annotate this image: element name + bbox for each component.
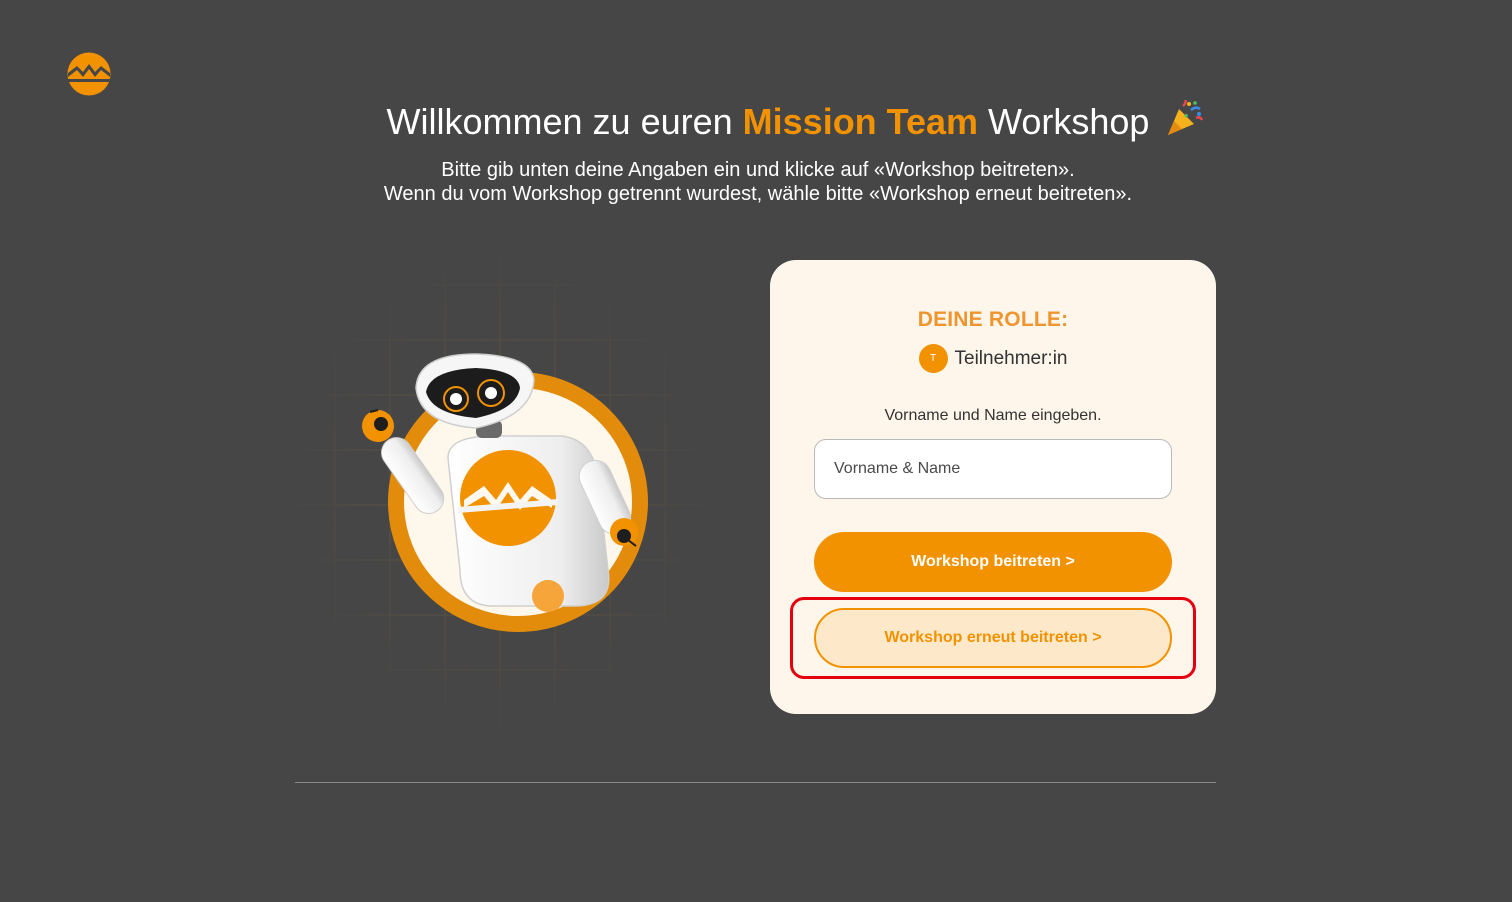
name-input[interactable]	[814, 439, 1172, 499]
footer-divider	[295, 782, 1216, 783]
title-accent: Mission Team	[742, 101, 979, 142]
subtitle-line-2: Wenn du vom Workshop getrennt wurdest, w…	[383, 183, 1133, 205]
name-field-label: Vorname und Name eingeben.	[884, 407, 1102, 424]
role-indicator: T Teilnehmer:in	[770, 344, 1216, 373]
party-popper-icon	[1165, 98, 1204, 147]
join-card: DEINE ROLLE: T Teilnehmer:in Vorname und…	[770, 260, 1216, 714]
workshop-join-page: Willkommen zu euren Mission Team Worksho…	[0, 0, 1512, 902]
title-suffix: Workshop	[978, 101, 1150, 142]
title-prefix: Willkommen zu euren	[386, 101, 743, 142]
rejoin-workshop-button[interactable]: Workshop erneut beitreten >	[814, 608, 1172, 668]
robot-mascot-illustration	[280, 240, 720, 740]
join-workshop-button[interactable]: Workshop beitreten >	[814, 532, 1172, 592]
page-subtitle: Bitte gib unten deine Angaben ein und kl…	[0, 158, 1512, 206]
role-avatar: T	[918, 344, 948, 373]
subtitle-line-1: Bitte gib unten deine Angaben ein und kl…	[441, 159, 1075, 181]
role-heading: DEINE ROLLE:	[917, 308, 1069, 331]
role-name: Teilnehmer:in	[954, 347, 1068, 369]
mission-team-logo-icon[interactable]	[66, 52, 112, 96]
page-title: Willkommen zu euren Mission Team Worksho…	[0, 98, 1512, 147]
